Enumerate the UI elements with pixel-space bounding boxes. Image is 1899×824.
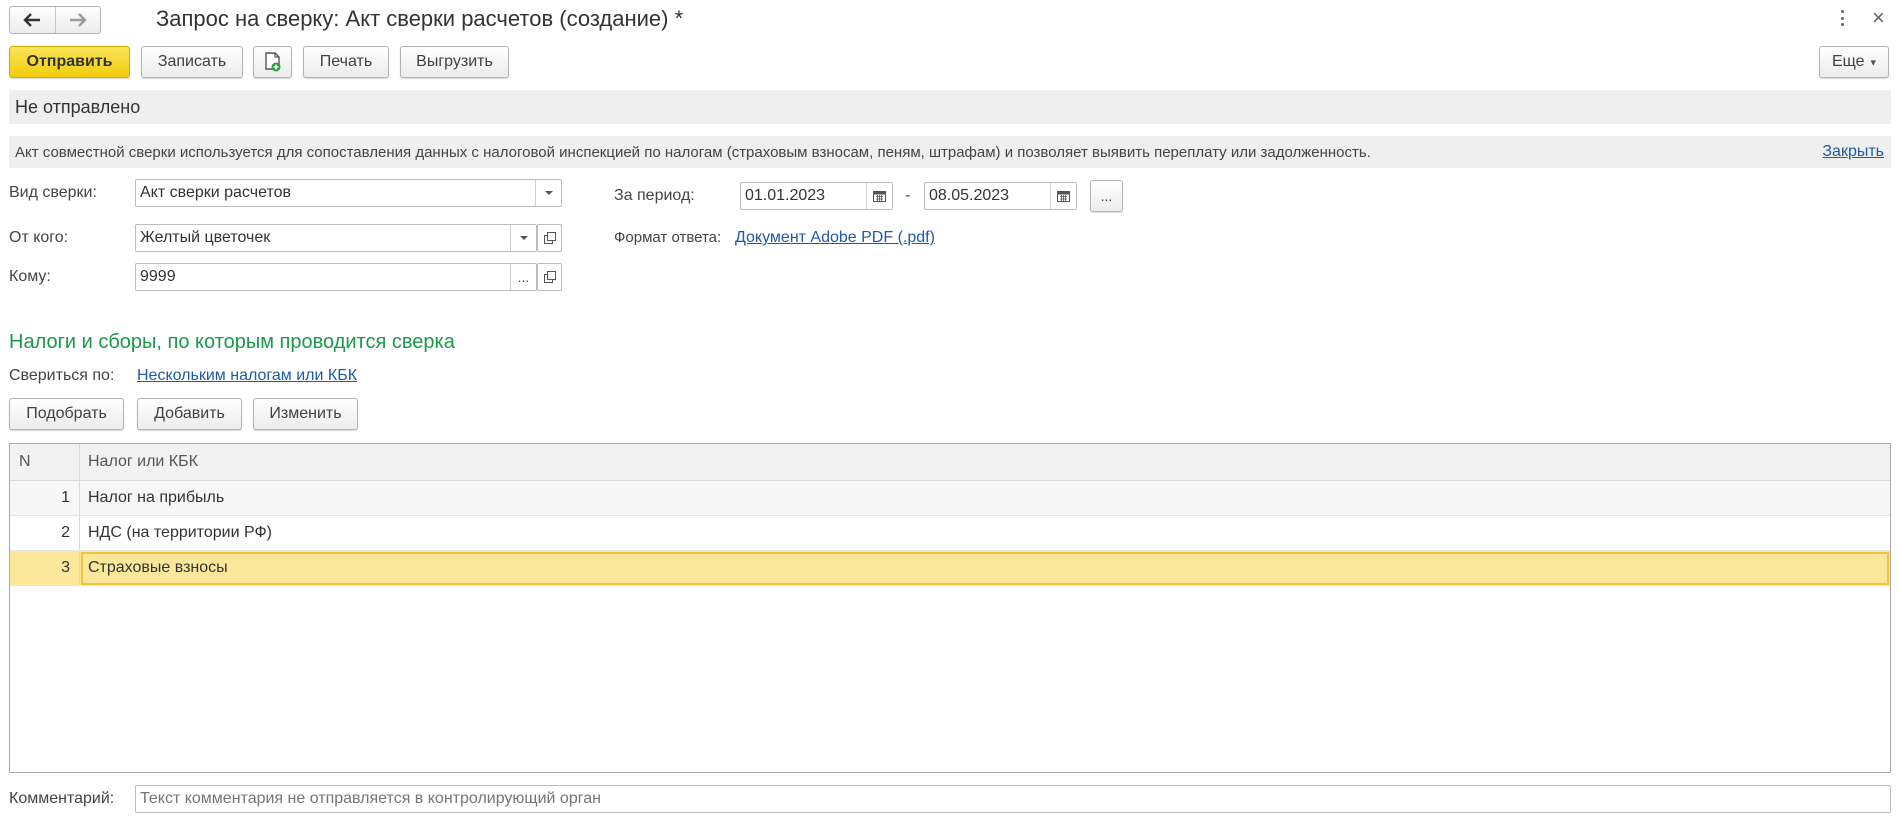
open-window-icon xyxy=(543,232,556,244)
table-row-selected[interactable]: 3 Страховые взносы xyxy=(10,550,1890,586)
add-button[interactable]: Добавить xyxy=(137,398,242,430)
comment-label: Комментарий: xyxy=(9,790,115,807)
taxes-table[interactable]: N Налог или КБК 1 Налог на прибыль 2 НДС… xyxy=(9,443,1891,773)
to-open-button[interactable] xyxy=(537,263,562,291)
close-icon[interactable]: × xyxy=(1872,6,1885,30)
edit-button[interactable]: Изменить xyxy=(253,398,358,430)
period-from-value: 01.01.2023 xyxy=(745,187,826,204)
status-text: Не отправлено xyxy=(15,97,141,117)
print-button[interactable]: Печать xyxy=(303,46,389,78)
from-select[interactable]: Желтый цветочек xyxy=(135,224,537,252)
select-ellipsis-button[interactable]: ... xyxy=(510,264,536,290)
table-row[interactable]: 1 Налог на прибыль xyxy=(10,480,1890,516)
add-file-button[interactable] xyxy=(253,46,292,78)
forward-button[interactable] xyxy=(56,7,101,33)
row-tax-name: НДС (на территории РФ) xyxy=(79,515,1890,551)
from-value: Желтый цветочек xyxy=(140,229,271,246)
reconcile-link[interactable]: Нескольким налогам или КБК xyxy=(137,367,357,385)
to-label: Кому: xyxy=(9,268,51,285)
kind-label: Вид сверки: xyxy=(9,184,97,201)
to-field[interactable]: 9999 ... xyxy=(135,263,537,291)
row-tax-name: Страховые взносы xyxy=(79,550,1890,586)
chevron-down-icon[interactable] xyxy=(510,225,536,251)
from-open-button[interactable] xyxy=(537,224,562,252)
from-label: От кого: xyxy=(9,229,69,246)
column-header-n[interactable]: N xyxy=(10,444,80,481)
info-banner: Акт совместной сверки используется для с… xyxy=(9,136,1891,168)
export-button[interactable]: Выгрузить xyxy=(400,46,509,78)
save-button[interactable]: Записать xyxy=(141,46,243,78)
row-number: 3 xyxy=(10,550,80,586)
arrow-left-icon xyxy=(23,13,41,27)
info-close-link[interactable]: Закрыть xyxy=(1822,143,1884,161)
chevron-down-icon: ▾ xyxy=(1870,56,1877,69)
status-bar: Не отправлено xyxy=(9,90,1891,124)
format-label: Формат ответа: xyxy=(614,229,722,246)
page-title: Запрос на сверку: Акт сверки расчетов (с… xyxy=(156,6,684,31)
row-number: 2 xyxy=(10,515,80,551)
back-button[interactable] xyxy=(10,7,56,33)
column-header-tax[interactable]: Налог или КБК xyxy=(79,444,1890,481)
more-menu-label: Еще xyxy=(1831,53,1865,70)
table-header: N Налог или КБК xyxy=(10,444,1890,481)
table-row[interactable]: 2 НДС (на территории РФ) xyxy=(10,515,1890,551)
pick-button[interactable]: Подобрать xyxy=(9,398,124,430)
send-button[interactable]: Отправить xyxy=(9,46,130,78)
nav-buttons xyxy=(9,6,101,34)
kind-select[interactable]: Акт сверки расчетов xyxy=(135,179,562,207)
more-menu-button[interactable]: Еще ▾ xyxy=(1819,46,1889,78)
period-select-button[interactable]: ... xyxy=(1090,180,1123,212)
comment-input[interactable] xyxy=(135,785,1891,813)
document-add-icon xyxy=(264,52,280,72)
chevron-down-icon[interactable] xyxy=(535,180,561,206)
period-from-field[interactable]: 01.01.2023 xyxy=(740,182,893,210)
period-label: За период: xyxy=(614,187,695,204)
arrow-right-icon xyxy=(69,13,87,27)
more-actions-icon[interactable] xyxy=(1836,8,1848,28)
row-number: 1 xyxy=(10,480,80,516)
period-to-field[interactable]: 08.05.2023 xyxy=(924,182,1077,210)
period-to-value: 08.05.2023 xyxy=(929,187,1010,204)
reconcile-label: Свериться по: xyxy=(9,367,115,384)
period-dash: - xyxy=(905,187,911,204)
row-tax-name: Налог на прибыль xyxy=(79,480,1890,516)
calendar-icon[interactable] xyxy=(866,183,892,209)
kind-value: Акт сверки расчетов xyxy=(140,184,291,201)
to-value: 9999 xyxy=(140,268,176,285)
calendar-icon[interactable] xyxy=(1050,183,1076,209)
open-window-icon xyxy=(543,271,556,283)
info-text: Акт совместной сверки используется для с… xyxy=(15,144,1371,161)
format-link[interactable]: Документ Adobe PDF (.pdf) xyxy=(735,229,935,247)
section-title: Налоги и сборы, по которым проводится св… xyxy=(9,331,455,353)
